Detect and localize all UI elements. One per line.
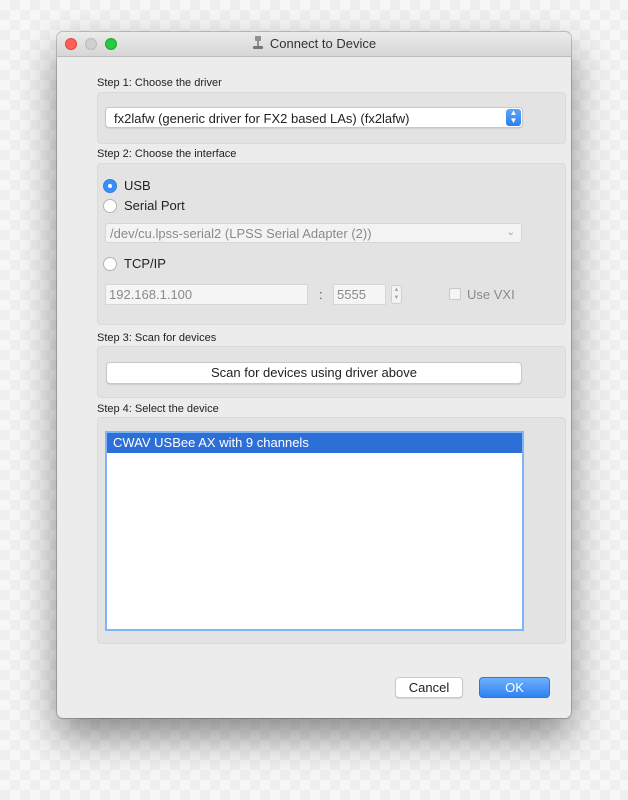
step3-label: Step 3: Scan for devices bbox=[97, 332, 217, 344]
window-title-text: Connect to Device bbox=[269, 36, 377, 51]
ok-button[interactable]: OK bbox=[479, 677, 550, 698]
radio-serial-button[interactable] bbox=[103, 199, 117, 213]
cancel-button[interactable]: Cancel bbox=[395, 677, 463, 698]
stepper-icon: ▲ ▼ bbox=[506, 109, 521, 126]
host-input[interactable]: 192.168.1.100 bbox=[105, 284, 308, 305]
scan-button[interactable]: Scan for devices using driver above bbox=[106, 362, 522, 384]
radio-tcp-button[interactable] bbox=[103, 257, 117, 271]
list-item[interactable]: CWAV USBee AX with 9 channels bbox=[107, 433, 522, 453]
step1-label: Step 1: Choose the driver bbox=[97, 77, 222, 89]
driver-select-value: fx2lafw (generic driver for FX2 based LA… bbox=[114, 111, 410, 126]
driver-select[interactable]: fx2lafw (generic driver for FX2 based LA… bbox=[105, 107, 523, 128]
radio-usb-button[interactable] bbox=[103, 179, 117, 193]
device-list[interactable]: CWAV USBee AX with 9 channels bbox=[105, 431, 524, 631]
step1-group: fx2lafw (generic driver for FX2 based LA… bbox=[97, 92, 566, 144]
step4-group: CWAV USBee AX with 9 channels bbox=[97, 417, 566, 644]
chevron-down-icon: ⌄ bbox=[506, 227, 515, 238]
radio-tcp-label: TCP/IP bbox=[124, 256, 166, 271]
radio-serial-label: Serial Port bbox=[124, 198, 185, 213]
vxi-label: Use VXI bbox=[467, 287, 515, 302]
port-stepper[interactable]: ▲ ▼ bbox=[391, 285, 402, 304]
vxi-checkbox[interactable] bbox=[449, 288, 461, 300]
app-icon bbox=[252, 36, 264, 50]
port-input[interactable]: 5555 bbox=[333, 284, 386, 305]
title-bar[interactable]: Connect to Device bbox=[57, 32, 571, 57]
serial-port-select[interactable]: /dev/cu.lpss-serial2 (LPSS Serial Adapte… bbox=[105, 223, 522, 243]
step3-group: Scan for devices using driver above bbox=[97, 346, 566, 398]
radio-usb-label: USB bbox=[124, 178, 151, 193]
step4-label: Step 4: Select the device bbox=[97, 403, 219, 415]
serial-port-value: /dev/cu.lpss-serial2 (LPSS Serial Adapte… bbox=[110, 226, 372, 241]
window-title: Connect to Device bbox=[57, 36, 571, 51]
connect-dialog: Connect to Device Step 1: Choose the dri… bbox=[57, 32, 571, 718]
host-port-separator: : bbox=[319, 287, 323, 302]
step2-label: Step 2: Choose the interface bbox=[97, 148, 237, 160]
